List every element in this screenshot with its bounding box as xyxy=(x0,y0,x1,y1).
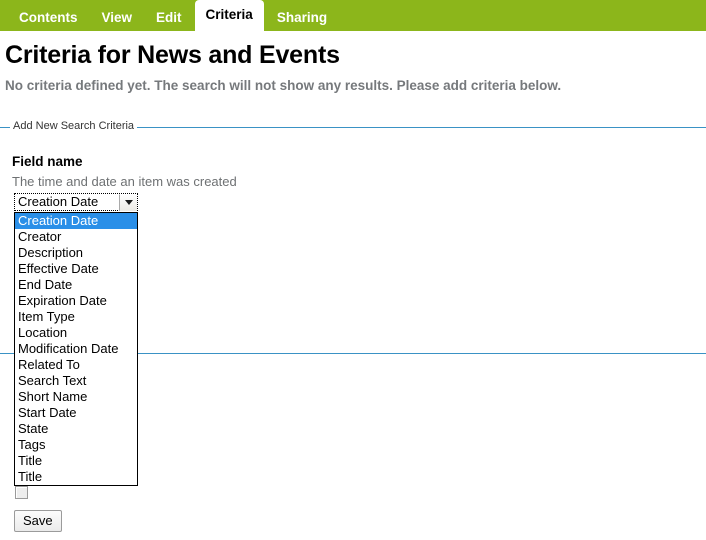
option-item[interactable]: Item Type xyxy=(15,309,137,325)
fieldset-legend: Add New Search Criteria xyxy=(10,120,137,132)
option-item[interactable]: Title xyxy=(15,469,137,485)
option-item[interactable]: Tags xyxy=(15,437,137,453)
option-item[interactable]: Title xyxy=(15,453,137,469)
field-name-select[interactable]: Creation Date xyxy=(14,193,138,211)
option-item[interactable]: Modification Date xyxy=(15,341,137,357)
tab-bar: ContentsViewEditCriteriaSharing xyxy=(0,0,706,31)
page-subtitle-status: No criteria defined yet. The search will… xyxy=(5,78,561,93)
option-item[interactable]: State xyxy=(15,421,137,437)
field-name-selected-value: Creation Date xyxy=(15,194,119,210)
criteria-checkbox[interactable] xyxy=(15,486,28,499)
option-item[interactable]: Description xyxy=(15,245,137,261)
tab-edit[interactable]: Edit xyxy=(145,4,193,31)
option-item[interactable]: Start Date xyxy=(15,405,137,421)
tab-contents[interactable]: Contents xyxy=(8,4,89,31)
select-dropdown-button[interactable] xyxy=(119,194,137,211)
field-name-option-list[interactable]: Creation DateCreatorDescriptionEffective… xyxy=(14,212,138,486)
field-name-help-text: The time and date an item was created xyxy=(12,174,237,189)
tab-criteria[interactable]: Criteria xyxy=(195,0,264,31)
option-item[interactable]: Search Text xyxy=(15,373,137,389)
option-item[interactable]: Location xyxy=(15,325,137,341)
option-item[interactable]: Short Name xyxy=(15,389,137,405)
option-item[interactable]: Creation Date xyxy=(15,213,137,229)
option-item[interactable]: End Date xyxy=(15,277,137,293)
tab-sharing[interactable]: Sharing xyxy=(266,4,338,31)
save-button[interactable]: Save xyxy=(14,510,62,532)
chevron-down-icon xyxy=(125,200,133,205)
option-item[interactable]: Creator xyxy=(15,229,137,245)
page-title: Criteria for News and Events xyxy=(5,41,340,70)
option-item[interactable]: Expiration Date xyxy=(15,293,137,309)
option-item[interactable]: Related To xyxy=(15,357,137,373)
tab-view[interactable]: View xyxy=(91,4,144,31)
option-item[interactable]: Effective Date xyxy=(15,261,137,277)
tab-list: ContentsViewEditCriteriaSharing xyxy=(0,0,706,31)
field-name-label: Field name xyxy=(12,154,83,169)
